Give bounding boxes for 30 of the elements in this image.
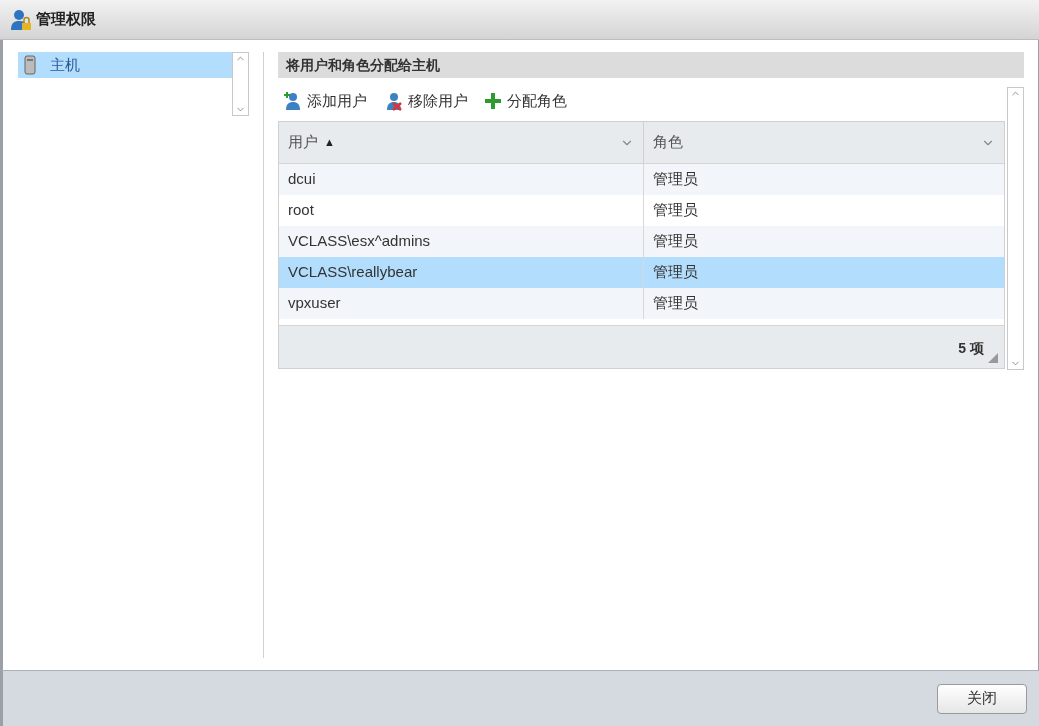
column-header[interactable]: 用户 ▲ [279, 122, 644, 163]
server-icon [24, 55, 36, 75]
resize-grip-icon[interactable] [988, 353, 998, 363]
user-lock-icon [10, 8, 32, 31]
toolbar-button[interactable]: 移除用户 [383, 89, 468, 113]
table-row[interactable]: VCLASS\reallybear 管理员 [279, 257, 1004, 288]
close-button[interactable]: 关闭 [937, 683, 1027, 714]
plus-icon [484, 92, 502, 110]
table-row[interactable]: dcui 管理员 [279, 164, 1004, 195]
sort-indicator: ▲ [324, 135, 335, 151]
column-title: 角色 [653, 132, 683, 153]
toolbar-button[interactable]: 分配角色 [484, 89, 567, 113]
table-cell: vpxuser [279, 288, 644, 319]
tree-item[interactable]: 主机 [18, 52, 233, 78]
toolbar-button[interactable]: 添加用户 [282, 89, 367, 113]
table-row[interactable]: vpxuser 管理员 [279, 288, 1004, 319]
column-title: 用户 [288, 132, 318, 153]
user-plus-icon [282, 91, 302, 111]
window-title: 管理权限 [36, 9, 96, 30]
scrollbar[interactable] [232, 52, 249, 116]
table-cell-text: 管理员 [652, 262, 699, 283]
scrollbar[interactable] [1007, 87, 1024, 370]
table-cell-text: 管理员 [652, 293, 699, 314]
table-cell-text: 管理员 [652, 169, 699, 190]
item-count: 5 项 [958, 339, 984, 358]
table-cell-text: 管理员 [652, 200, 699, 221]
table-cell-text: 管理员 [652, 231, 699, 252]
table-row[interactable]: VCLASS\esx^admins 管理员 [279, 226, 1004, 257]
section-header: 将用户和角色分配给主机 [278, 52, 1024, 78]
column-header[interactable]: 角色 [644, 122, 1004, 163]
